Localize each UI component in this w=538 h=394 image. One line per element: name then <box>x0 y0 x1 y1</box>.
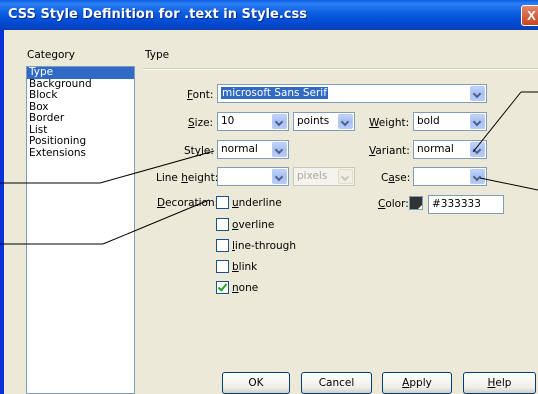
callout-line-decoration-pointer <box>102 199 210 245</box>
callout-line-case <box>479 177 538 191</box>
css-style-definition-dialog: CSS Style Definition for .text in Style.… <box>0 0 538 394</box>
annotation-callouts <box>0 91 538 245</box>
callout-line-style-pointer <box>99 150 215 184</box>
callout-line-variant-pointer <box>472 91 522 153</box>
